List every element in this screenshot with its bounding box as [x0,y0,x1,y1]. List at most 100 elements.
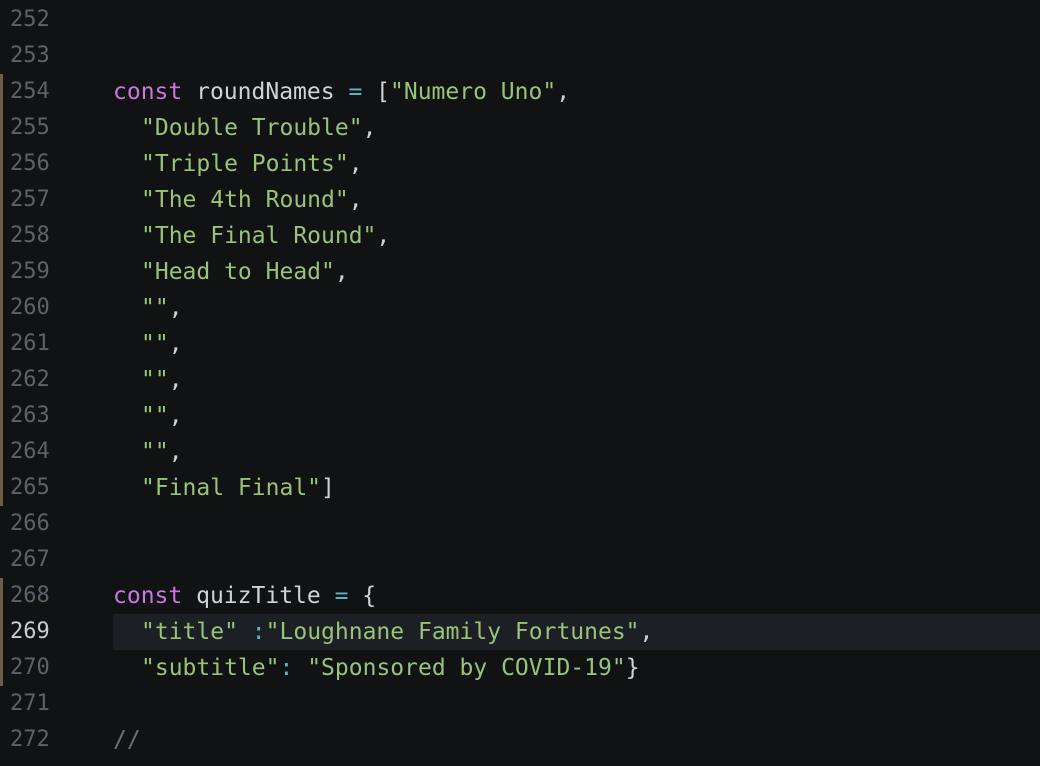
modified-line-marker [0,146,3,182]
line-number: 271 [10,691,50,716]
line-gutter[interactable]: 263 [0,398,100,434]
line-gutter[interactable]: 265 [0,470,100,506]
line-gutter[interactable]: 264 [0,434,100,470]
token-kw: const [113,583,183,609]
code-line[interactable]: 264 "", [0,434,1040,470]
line-number: 257 [10,187,50,212]
token-kw: const [113,79,183,105]
code-line[interactable]: 271 [0,686,1040,722]
line-gutter[interactable]: 257 [0,182,100,218]
token-cm: // [113,727,141,753]
line-gutter[interactable]: 256 [0,146,100,182]
modified-line-marker [0,578,3,614]
code-line[interactable]: 270 "subtitle": "Sponsored by COVID-19"} [0,650,1040,686]
line-number: 259 [10,259,50,284]
token-id: quizTitle [196,583,321,609]
line-gutter[interactable]: 262 [0,362,100,398]
line-gutter[interactable]: 255 [0,110,100,146]
code-line[interactable]: 272 // [0,722,1040,758]
modified-line-marker [0,290,3,326]
token-str: "Triple Points" [141,151,349,177]
modified-line-marker [0,326,3,362]
line-number: 252 [10,7,50,32]
line-number: 253 [10,43,50,68]
line-number: 272 [10,727,50,752]
code-line[interactable]: 256 "Triple Points", [0,146,1040,182]
line-gutter[interactable]: 252 [0,2,100,38]
token-str: "" [141,295,169,321]
code-line[interactable]: 255 "Double Trouble", [0,110,1040,146]
code-line[interactable]: 252 [0,2,1040,38]
code-text: "Triple Points", [113,146,363,182]
token-str: "Numero Uno" [390,79,557,105]
code-line[interactable]: 267 [0,542,1040,578]
code-line[interactable]: 263 "", [0,398,1040,434]
code-text: "title" :"Loughnane Family Fortunes", [113,614,653,650]
code-line[interactable]: 266 [0,506,1040,542]
line-number: 270 [10,655,50,680]
line-gutter[interactable]: 272 [0,722,100,758]
code-line[interactable]: 268 const quizTitle = { [0,578,1040,614]
line-number: 255 [10,115,50,140]
code-text: const quizTitle = { [113,578,376,614]
code-line[interactable]: 258 "The Final Round", [0,218,1040,254]
token-pn: ] [321,475,335,501]
token-pn [238,619,252,645]
code-text: // [113,722,141,758]
line-number: 265 [10,475,50,500]
line-gutter[interactable]: 268 [0,578,100,614]
code-text: "", [113,434,183,470]
code-text: "Final Final"] [113,470,335,506]
token-pn: , [376,223,391,249]
code-line[interactable]: 261 "", [0,326,1040,362]
modified-line-marker [0,434,3,470]
token-op: : [251,619,266,645]
line-number: 262 [10,367,50,392]
line-gutter[interactable]: 254 [0,74,100,110]
code-line[interactable]: 269 "title" :"Loughnane Family Fortunes", [0,614,1040,650]
token-pn: , [168,295,183,321]
code-text: "", [113,398,183,434]
code-text: "The 4th Round", [113,182,363,218]
line-number: 258 [10,223,50,248]
code-editor[interactable]: 252 253 254 const roundNames = ["Numero Uno… [0,0,1040,766]
modified-line-marker [0,362,3,398]
token-pn: , [168,367,183,393]
modified-line-marker [0,398,3,434]
line-number: 260 [10,295,50,320]
token-str: "Loughnane Family Fortunes" [265,619,640,645]
code-line[interactable]: 254 const roundNames = ["Numero Uno", [0,74,1040,110]
line-gutter[interactable]: 253 [0,38,100,74]
code-line[interactable]: 259 "Head to Head", [0,254,1040,290]
code-line[interactable]: 265 "Final Final"] [0,470,1040,506]
line-gutter[interactable]: 266 [0,506,100,542]
line-gutter[interactable]: 267 [0,542,100,578]
modified-line-marker [0,650,3,686]
token-str: "Head to Head" [141,259,335,285]
code-line[interactable]: 257 "The 4th Round", [0,182,1040,218]
line-gutter[interactable]: 259 [0,254,100,290]
line-gutter[interactable]: 261 [0,326,100,362]
token-pn: , [556,79,571,105]
token-str: "The Final Round" [141,223,377,249]
token-pn: [ [362,79,391,105]
token-op: : [279,655,294,681]
modified-line-marker [0,74,3,110]
token-pn [293,655,307,681]
line-gutter[interactable]: 258 [0,218,100,254]
code-line[interactable]: 253 [0,38,1040,74]
line-number: 263 [10,403,50,428]
modified-line-marker [0,254,3,290]
code-line[interactable]: 260 "", [0,290,1040,326]
code-line[interactable]: 262 "", [0,362,1040,398]
line-number: 268 [10,583,50,608]
line-gutter[interactable]: 260 [0,290,100,326]
line-gutter[interactable]: 269 [0,614,100,650]
line-number: 264 [10,439,50,464]
line-gutter[interactable]: 271 [0,686,100,722]
token-str: "title" [141,619,238,645]
line-gutter[interactable]: 270 [0,650,100,686]
token-pn [182,583,196,609]
line-number: 266 [10,511,50,536]
token-pn [335,79,349,105]
